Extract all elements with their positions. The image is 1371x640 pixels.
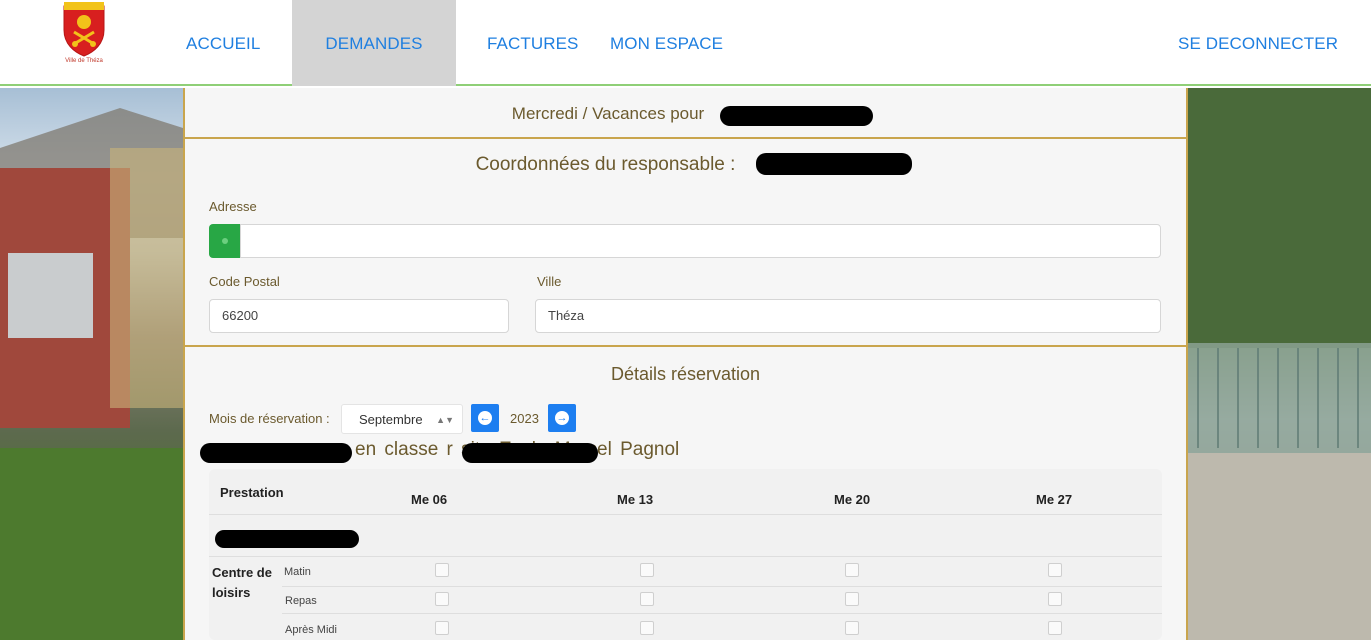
nav-accueil[interactable]: ACCUEIL <box>186 0 260 86</box>
row-label-apres-midi: Après Midi <box>285 624 337 636</box>
checkbox-apres-midi-me20[interactable] <box>845 621 859 635</box>
arrow-right-icon: → <box>555 411 569 425</box>
nav-factures[interactable]: FACTURES <box>487 0 578 86</box>
responsable-title: Coordonnées du responsable : <box>475 154 736 175</box>
service-group-label: loisirs <box>212 585 251 600</box>
row-label-repas: Repas <box>285 595 317 607</box>
column-header-date: Me 27 <box>1036 492 1073 507</box>
chevron-down-icon: ▲▼ <box>436 415 454 425</box>
redacted-class <box>462 443 598 463</box>
checkbox-apres-midi-me06[interactable] <box>435 621 449 635</box>
table-divider <box>209 556 1162 557</box>
redacted-child-name <box>215 530 359 548</box>
map-pin-icon <box>222 238 228 244</box>
page-title: Mercredi / Vacances pour <box>511 104 705 123</box>
nav-logout[interactable]: SE DECONNECTER <box>1178 0 1338 86</box>
code-postal-label: Code Postal <box>209 274 280 289</box>
column-header-date: Me 13 <box>617 492 654 507</box>
background-photo-left <box>0 88 183 640</box>
nav-mon-espace[interactable]: MON ESPACE <box>610 0 723 86</box>
redacted-name <box>756 153 912 175</box>
city-logo[interactable]: Ville de Théza <box>58 0 110 66</box>
coat-of-arms-icon <box>63 2 105 57</box>
code-postal-input[interactable]: 66200 <box>209 299 509 333</box>
reservation-title: Détails réservation <box>610 364 761 384</box>
mois-select-value: Septembre <box>359 412 423 427</box>
redacted-name <box>720 106 873 126</box>
checkbox-matin-me13[interactable] <box>640 563 654 577</box>
prev-year-button[interactable]: ← <box>471 404 499 432</box>
address-map-button[interactable] <box>209 224 241 258</box>
divider <box>185 137 1186 139</box>
ville-input[interactable]: Théza <box>535 299 1161 333</box>
checkbox-repas-me06[interactable] <box>435 592 449 606</box>
table-divider <box>282 613 1162 614</box>
logo-caption: Ville de Théza <box>65 58 103 64</box>
ville-label: Ville <box>537 274 562 289</box>
checkbox-matin-me06[interactable] <box>435 563 449 577</box>
divider <box>185 345 1186 347</box>
adresse-input[interactable] <box>240 224 1161 258</box>
arrow-left-icon: ← <box>478 411 492 425</box>
checkbox-repas-me20[interactable] <box>845 592 859 606</box>
checkbox-repas-me27[interactable] <box>1048 592 1062 606</box>
background-photo-right <box>1188 88 1371 640</box>
mois-select[interactable]: Septembre ▲▼ <box>341 404 463 434</box>
checkbox-apres-midi-me13[interactable] <box>640 621 654 635</box>
redacted-name <box>200 443 352 463</box>
column-header-date: Me 20 <box>834 492 871 507</box>
checkbox-matin-me27[interactable] <box>1048 563 1062 577</box>
top-navbar: Ville de Théza ACCUEIL DEMANDES FACTURES… <box>0 0 1371 86</box>
checkbox-matin-me20[interactable] <box>845 563 859 577</box>
adresse-label: Adresse <box>209 199 257 214</box>
row-label-matin: Matin <box>284 566 311 578</box>
year-label: 2023 <box>510 411 539 426</box>
nav-demandes[interactable]: DEMANDES <box>292 0 456 86</box>
checkbox-apres-midi-me27[interactable] <box>1048 621 1062 635</box>
next-year-button[interactable]: → <box>548 404 576 432</box>
table-divider <box>282 586 1162 587</box>
table-divider <box>209 514 1162 515</box>
column-header-date: Me 06 <box>411 492 448 507</box>
column-header-prestation: Prestation <box>220 485 284 500</box>
checkbox-repas-me13[interactable] <box>640 592 654 606</box>
reservation-table <box>209 469 1162 640</box>
service-group-label: Centre de <box>212 565 272 580</box>
mois-label: Mois de réservation : <box>209 411 330 426</box>
